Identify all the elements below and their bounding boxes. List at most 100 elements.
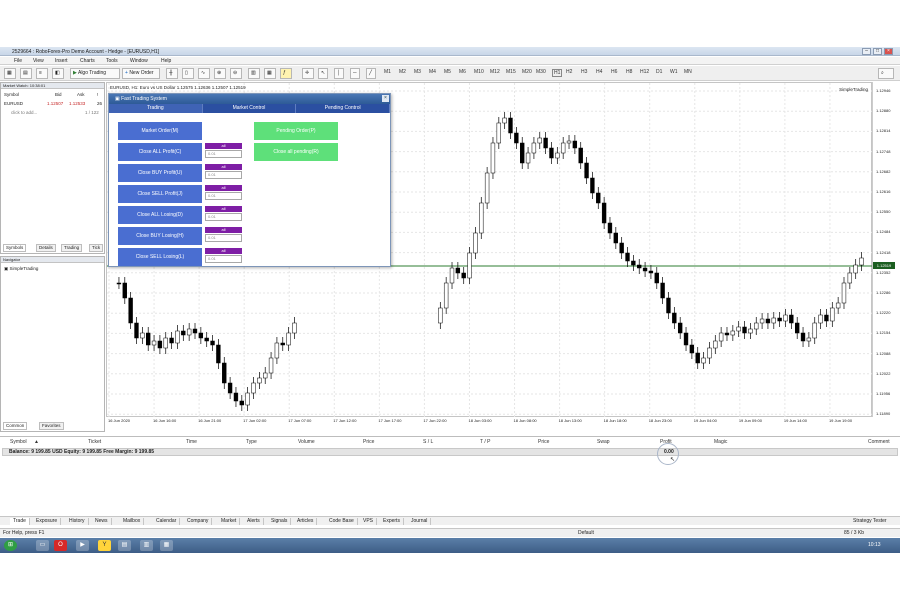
crosshair-icon[interactable]: ✛	[302, 68, 314, 79]
close-sell-losing-button[interactable]: Close SELL Losing(L)	[118, 248, 202, 266]
algo-trading-button[interactable]: ▶ Algo Trading	[70, 68, 120, 79]
tf-m5[interactable]: M5	[444, 69, 451, 75]
col-price-current[interactable]: Price	[538, 439, 549, 445]
yandex-icon[interactable]: Y	[98, 540, 111, 551]
col-swap[interactable]: Swap	[597, 439, 610, 445]
tab-symbols[interactable]: Symbols	[3, 244, 27, 252]
tf-w1[interactable]: W1	[670, 69, 678, 75]
tab-favorites[interactable]: Favorites	[39, 422, 64, 430]
tf-h12[interactable]: H12	[640, 69, 649, 75]
navigator-item-simpletrading[interactable]: ▣ SimpleTrading	[4, 266, 38, 272]
fts-close-icon[interactable]: ×	[382, 95, 389, 102]
media-icon[interactable]: ▶	[76, 540, 89, 551]
col-volume[interactable]: Volume	[298, 439, 315, 445]
menu-help[interactable]: Help	[161, 58, 171, 64]
mw-add-symbol[interactable]: click to add...	[11, 110, 37, 115]
market-watch-icon[interactable]: ≡	[36, 68, 48, 79]
tab-company[interactable]: Company	[184, 518, 213, 525]
tab-trading[interactable]: Trading	[61, 244, 83, 252]
col-time[interactable]: Time	[186, 439, 197, 445]
tab-signals[interactable]: Signals	[268, 518, 292, 525]
tab-market[interactable]: Market	[218, 518, 241, 525]
search-icon[interactable]: ⌕	[878, 68, 894, 79]
tf-m3[interactable]: M3	[414, 69, 421, 75]
line-chart-icon[interactable]: ∿	[198, 68, 210, 79]
menu-charts[interactable]: Charts	[80, 58, 95, 64]
strategy-tester-button[interactable]: Strategy Tester	[850, 518, 890, 525]
grid-icon[interactable]: ▦	[264, 68, 276, 79]
opera-icon[interactable]: O	[54, 540, 67, 551]
terminal-app-icon[interactable]: ▥	[140, 540, 153, 551]
tf-h2[interactable]: H2	[566, 69, 572, 75]
window-icon[interactable]: ▦	[160, 540, 173, 551]
close-buy-losing-button[interactable]: Close BUY Losing(H)	[118, 227, 202, 245]
zoom-out-icon[interactable]: ⊖	[230, 68, 242, 79]
zoom-in-icon[interactable]: ⊕	[214, 68, 226, 79]
col-tp[interactable]: T / P	[480, 439, 490, 445]
start-button[interactable]: ⊞	[4, 540, 17, 551]
tab-experts[interactable]: Experts	[380, 518, 404, 525]
tab-news[interactable]: News	[92, 518, 112, 525]
close-sell-profit-button[interactable]: Close SELL Profit(J)	[118, 185, 202, 203]
tab-exposure[interactable]: Exposure	[33, 518, 62, 525]
fts-tab-market-control[interactable]: Market Control	[203, 104, 297, 113]
tf-d1[interactable]: D1	[656, 69, 662, 75]
tf-m15[interactable]: M15	[506, 69, 516, 75]
trendline-icon[interactable]: ╱	[366, 68, 376, 79]
explorer-icon[interactable]: ▭	[36, 540, 49, 551]
menu-file[interactable]: File	[14, 58, 22, 64]
col-symbol[interactable]: Symbol	[10, 439, 27, 445]
tab-tick[interactable]: Tick	[89, 244, 104, 252]
tf-h4[interactable]: H4	[596, 69, 602, 75]
tab-articles[interactable]: Articles	[294, 518, 318, 525]
tf-h8[interactable]: H8	[626, 69, 632, 75]
col-price[interactable]: Price	[363, 439, 374, 445]
cursor-icon[interactable]: ↖	[318, 68, 328, 79]
bar-chart-icon[interactable]: ╫	[166, 68, 178, 79]
new-chart-icon[interactable]: ▦	[4, 68, 16, 79]
tf-m1[interactable]: M1	[384, 69, 391, 75]
candles-icon[interactable]: ▯	[182, 68, 194, 79]
col-type[interactable]: Type	[246, 439, 257, 445]
tf-mn[interactable]: MN	[684, 69, 692, 75]
close-all-profit-button[interactable]: Close ALL Profit(C)	[118, 143, 202, 161]
tab-calendar[interactable]: Calendar	[153, 518, 181, 525]
menu-tools[interactable]: Tools	[106, 58, 118, 64]
fts-tab-trading[interactable]: Trading	[109, 104, 203, 113]
lot-input-4[interactable]: 0.01	[205, 213, 242, 221]
tf-m10[interactable]: M10	[474, 69, 484, 75]
col-magic[interactable]: Magic	[714, 439, 727, 445]
tab-trade[interactable]: Trade	[10, 518, 30, 525]
tf-m6[interactable]: M6	[459, 69, 466, 75]
col-sl[interactable]: S / L	[423, 439, 433, 445]
col-ticket[interactable]: Ticket	[88, 439, 101, 445]
tab-vps[interactable]: VPS	[360, 518, 378, 525]
tf-m4[interactable]: M4	[429, 69, 436, 75]
tf-h3[interactable]: H3	[581, 69, 587, 75]
tab-history[interactable]: History	[66, 518, 89, 525]
tf-m12[interactable]: M12	[490, 69, 500, 75]
tf-m20[interactable]: M20	[522, 69, 532, 75]
tf-h6[interactable]: H6	[611, 69, 617, 75]
folder-icon[interactable]: ▤	[118, 540, 131, 551]
tab-codebase[interactable]: Code Base	[326, 518, 358, 525]
close-all-losing-button[interactable]: Close ALL Losing(D)	[118, 206, 202, 224]
minimize-button[interactable]: –	[862, 48, 871, 55]
tf-m30[interactable]: M30	[536, 69, 546, 75]
lot-input-5[interactable]: 0.01	[205, 234, 242, 242]
balance-row[interactable]: Balance: 9 199.85 USD Equity: 9 199.85 F…	[2, 448, 898, 456]
close-buy-profit-button[interactable]: Close BUY Profit(U)	[118, 164, 202, 182]
tile-icon[interactable]: ▥	[248, 68, 260, 79]
maximize-button[interactable]: □	[873, 48, 882, 55]
vline-icon[interactable]: │	[334, 68, 344, 79]
tab-journal[interactable]: Journal	[408, 518, 432, 525]
close-button[interactable]: ×	[884, 48, 893, 55]
tf-m2[interactable]: M2	[399, 69, 406, 75]
fts-title-bar[interactable]: ▣ Fast Trading System	[109, 94, 390, 104]
menu-insert[interactable]: Insert	[55, 58, 68, 64]
new-order-button[interactable]: + New Order	[122, 68, 160, 79]
close-all-pending-button[interactable]: Close all pending(R)	[254, 143, 338, 161]
tf-h1[interactable]: H1	[552, 69, 563, 77]
market-order-button[interactable]: Market Order(M)	[118, 122, 202, 140]
menu-view[interactable]: View	[33, 58, 44, 64]
